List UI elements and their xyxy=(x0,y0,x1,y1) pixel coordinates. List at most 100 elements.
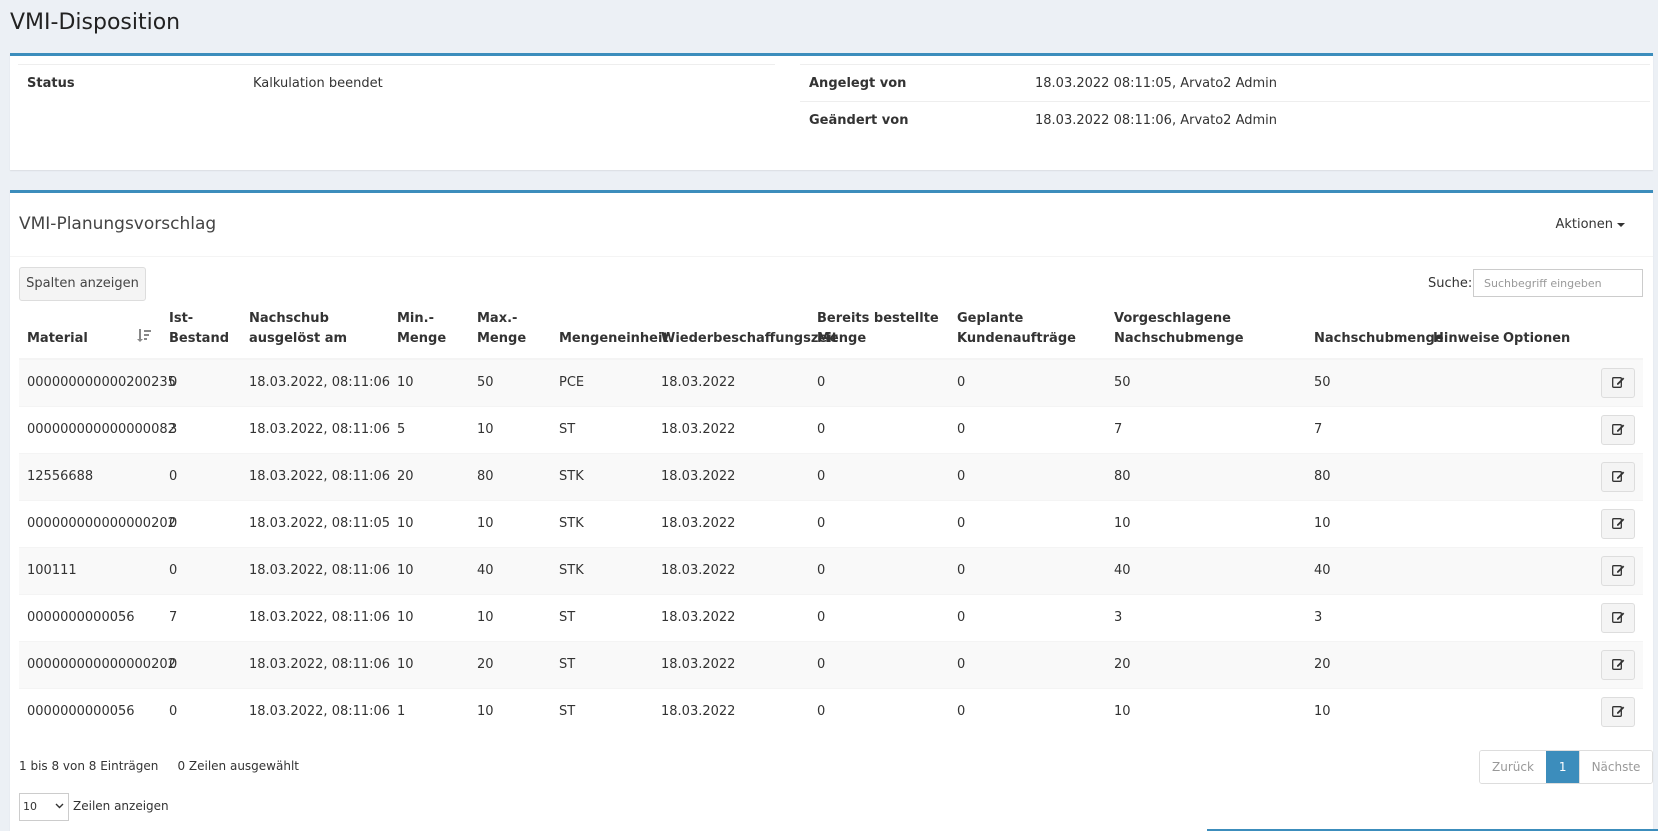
cell-triggered: 18.03.2022, 08:11:06 xyxy=(241,546,390,594)
chevron-down-icon xyxy=(55,803,64,809)
column-header-ordered[interactable]: Bereits bestellte Menge xyxy=(809,309,949,360)
cell-notes xyxy=(1425,358,1495,406)
cell-stock: 0 xyxy=(161,358,241,406)
planning-table: Material Ist-Bestand Nachschub ausgelöst… xyxy=(19,309,1643,735)
cell-planned-orders: 0 xyxy=(949,499,1106,547)
pagination-page-1[interactable]: 1 xyxy=(1545,751,1579,783)
column-header-unit[interactable]: Mengeneinheit xyxy=(551,309,669,360)
page-length-label: Zeilen anzeigen xyxy=(73,799,169,813)
table-row[interactable]: 12556688 0 18.03.2022, 08:11:06 20 80 STK 18.0… xyxy=(19,452,1643,500)
cell-notes xyxy=(1425,546,1495,594)
table-row[interactable]: 000000000000200235 0 18.03.2022, 08:11:06 1… xyxy=(19,358,1643,406)
cell-material: 12556688 xyxy=(19,452,161,500)
cell-material: 100111 xyxy=(19,546,161,594)
cell-max: 50 xyxy=(469,358,551,406)
edit-button[interactable] xyxy=(1601,508,1635,539)
cell-unit: STK xyxy=(551,546,653,594)
pagination-prev[interactable]: Zurück xyxy=(1480,751,1546,783)
created-label: Angelegt von xyxy=(809,76,907,91)
table-row[interactable]: 100111 0 18.03.2022, 08:11:06 10 40 STK 18.03.… xyxy=(19,546,1643,594)
table-row[interactable]: 000000000000000082 3 18.03.2022, 08:11:06 5… xyxy=(19,405,1643,453)
planning-box-title: VMI-Planungsvorschlag xyxy=(19,214,217,234)
column-header-stock[interactable]: Ist-Bestand xyxy=(161,309,241,360)
column-header-material[interactable]: Material xyxy=(19,309,161,360)
edit-icon xyxy=(1611,659,1624,670)
planning-box: VMI-Planungsvorschlag Aktionen Spalten a… xyxy=(10,190,1654,831)
cell-min: 10 xyxy=(389,546,469,594)
cell-unit: ST xyxy=(551,405,653,453)
cell-notes xyxy=(1425,452,1495,500)
edit-button[interactable] xyxy=(1601,649,1635,680)
cell-notes xyxy=(1425,499,1495,547)
column-header-max[interactable]: Max.-Menge xyxy=(469,309,551,360)
cell-suggested: 80 xyxy=(1106,452,1306,500)
cell-ordered: 0 xyxy=(809,640,949,688)
status-box: Status Kalkulation beendet Angelegt von … xyxy=(10,53,1653,170)
cell-min: 1 xyxy=(389,687,469,735)
cell-unit: STK xyxy=(551,452,653,500)
cell-notes xyxy=(1425,640,1495,688)
column-header-triggered[interactable]: Nachschub ausgelöst am xyxy=(241,309,389,360)
pagination-next[interactable]: Nächste xyxy=(1578,751,1653,783)
cell-ordered: 0 xyxy=(809,405,949,453)
cell-stock: 0 xyxy=(161,640,241,688)
table-row[interactable]: 000000000000000202 0 18.03.2022, 08:11:05 1… xyxy=(19,499,1643,547)
edit-icon xyxy=(1611,706,1624,718)
cell-min: 10 xyxy=(389,499,469,547)
cell-min: 10 xyxy=(389,593,469,641)
column-header-planned-orders[interactable]: Geplante Kundenaufträge xyxy=(949,309,1106,360)
actions-dropdown[interactable]: Aktionen xyxy=(1555,217,1625,232)
cell-material: 000000000000200235 xyxy=(19,358,176,406)
cell-lead-time: 18.03.2022 xyxy=(653,452,809,500)
cell-max: 40 xyxy=(469,546,551,594)
cell-max: 10 xyxy=(469,499,551,547)
edit-button[interactable] xyxy=(1601,414,1635,445)
table-row[interactable]: 0000000000056 0 18.03.2022, 08:11:06 1 10 ST 1… xyxy=(19,687,1643,735)
edit-icon xyxy=(1611,518,1624,529)
cell-min: 20 xyxy=(389,452,469,500)
column-header-notes[interactable]: Hinweise xyxy=(1425,309,1499,360)
column-header-suggested[interactable]: Vorgeschlagene Nachschubmenge xyxy=(1106,309,1306,360)
cell-ordered: 0 xyxy=(809,687,949,735)
edit-button[interactable] xyxy=(1601,602,1635,633)
cell-lead-time: 18.03.2022 xyxy=(653,687,809,735)
page-title: VMI-Disposition xyxy=(10,10,181,35)
cell-ordered: 0 xyxy=(809,499,949,547)
cell-triggered: 18.03.2022, 08:11:06 xyxy=(241,452,390,500)
cell-material: 0000000000056 xyxy=(19,687,161,735)
search-label: Suche: xyxy=(1428,276,1473,291)
cell-options xyxy=(1495,687,1643,735)
cell-suggested: 10 xyxy=(1106,687,1306,735)
show-columns-button[interactable]: Spalten anzeigen xyxy=(19,267,146,301)
cell-min: 10 xyxy=(389,640,469,688)
cell-material: 0000000000056 xyxy=(19,593,161,641)
cell-unit: ST xyxy=(551,640,653,688)
edit-button[interactable] xyxy=(1601,696,1635,727)
column-header-replenishment[interactable]: Nachschubmenge xyxy=(1306,309,1444,360)
column-header-lead-time[interactable]: Wiederbeschaffungszeit xyxy=(653,309,838,360)
cell-max: 10 xyxy=(469,405,551,453)
caret-down-icon xyxy=(1617,222,1625,227)
cell-replenishment: 40 xyxy=(1306,546,1425,594)
changed-row: Geändert von 18.03.2022 08:11:06, Arvato… xyxy=(800,101,1650,138)
changed-value: 18.03.2022 08:11:06, Arvato2 Admin xyxy=(1035,113,1277,128)
cell-planned-orders: 0 xyxy=(949,546,1106,594)
edit-button[interactable] xyxy=(1601,461,1635,492)
cell-triggered: 18.03.2022, 08:11:05 xyxy=(241,499,390,547)
column-header-min[interactable]: Min.-Menge xyxy=(389,309,469,360)
status-label: Status xyxy=(27,76,75,91)
cell-stock: 0 xyxy=(161,452,241,500)
edit-button[interactable] xyxy=(1601,367,1635,398)
page-length-select[interactable]: 10 xyxy=(19,793,69,821)
table-row[interactable]: 000000000000000202 0 18.03.2022, 08:11:06 1… xyxy=(19,640,1643,688)
cell-options xyxy=(1495,640,1643,688)
edit-button[interactable] xyxy=(1601,555,1635,586)
cell-options xyxy=(1495,499,1643,547)
cell-planned-orders: 0 xyxy=(949,640,1106,688)
table-row[interactable]: 0000000000056 7 18.03.2022, 08:11:06 10 10 ST… xyxy=(19,593,1643,641)
cell-planned-orders: 0 xyxy=(949,358,1106,406)
search-input[interactable] xyxy=(1473,269,1643,297)
status-value: Kalkulation beendet xyxy=(253,76,383,91)
pagination: Zurück 1 Nächste xyxy=(1479,750,1654,784)
cell-suggested: 10 xyxy=(1106,499,1306,547)
